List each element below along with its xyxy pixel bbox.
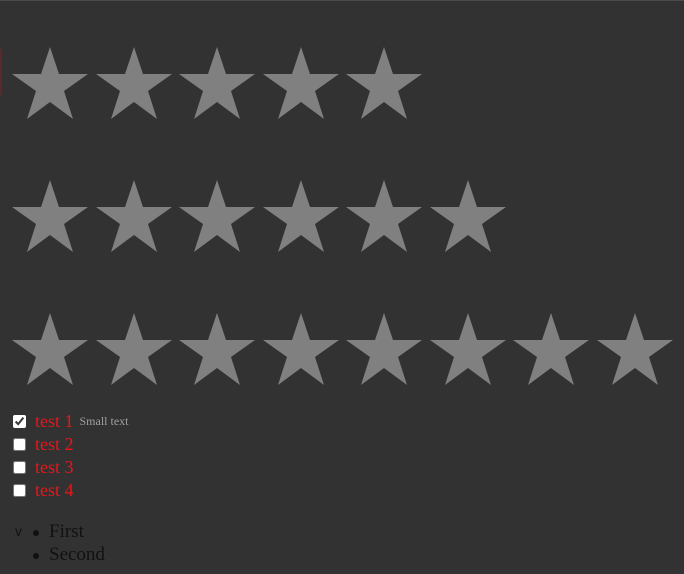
star-icon: [346, 180, 422, 252]
checkbox-label-3[interactable]: test 3: [35, 456, 74, 479]
star-rating-row-1: [12, 47, 422, 119]
checkbox-label-1[interactable]: test 1: [35, 410, 74, 433]
star-icon: [95, 47, 172, 119]
star-icon: [429, 180, 506, 252]
checkbox-test-4[interactable]: [13, 484, 26, 497]
list-item: Second: [33, 544, 105, 565]
star-icon: [429, 313, 506, 385]
list-item: First: [33, 520, 105, 543]
star-rating-row-3: [12, 313, 673, 385]
star-icon: [596, 313, 673, 385]
star-icon: [179, 313, 255, 385]
star-icon: [179, 180, 255, 252]
checkbox-test-3[interactable]: [13, 461, 26, 474]
star-icon: [513, 313, 589, 385]
star-icon: [12, 180, 88, 252]
checkbox-label-4[interactable]: test 4: [35, 479, 74, 502]
bullet-list: First Second: [33, 520, 105, 566]
checkbox-test-2[interactable]: [13, 438, 26, 451]
checkbox-item-4: test 4: [12, 479, 129, 502]
star-icon: [262, 47, 339, 119]
checkbox-item-1: test 1 Small text: [12, 410, 129, 433]
star-icon: [179, 47, 255, 119]
list-toggle-chevron-icon[interactable]: v: [15, 523, 22, 539]
star-rating-row-2: [12, 180, 506, 252]
star-icon: [95, 180, 172, 252]
star-icon: [95, 313, 172, 385]
star-icon: [12, 313, 88, 385]
star-icon: [346, 47, 422, 119]
star-icon: [262, 180, 339, 252]
checkbox-test-1[interactable]: [13, 415, 26, 428]
checkbox-list: test 1 Small text test 2 test 3 test 4: [12, 410, 129, 502]
checkbox-item-2: test 2: [12, 433, 129, 456]
checkbox-label-2[interactable]: test 2: [35, 433, 74, 456]
star-icon: [346, 313, 422, 385]
star-icon: [262, 313, 339, 385]
star-icon: [12, 47, 88, 119]
small-text-note: Small text: [79, 414, 129, 428]
left-edge-marker: [0, 49, 2, 95]
checkbox-item-3: test 3: [12, 456, 129, 479]
